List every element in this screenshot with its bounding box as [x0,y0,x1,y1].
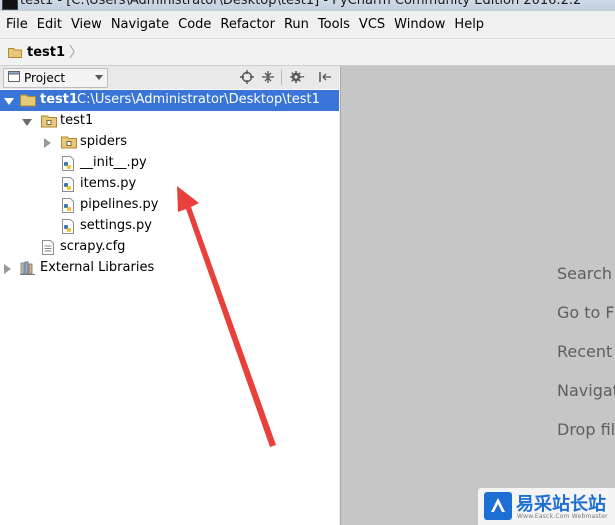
locate-icon[interactable] [239,69,255,85]
expand-arrow-icon[interactable] [22,119,32,126]
python-file-icon [61,219,77,234]
hint-navigation-bar: Navigat [557,381,615,400]
tree-item-label: pipelines.py [80,197,159,212]
watermark-logo: 易采站长站 Www.Easck.Com Webmaster [478,488,615,525]
toolbar-divider [281,70,282,85]
package-folder-icon [61,135,77,150]
menu-edit[interactable]: Edit [33,17,66,32]
expand-arrow-icon[interactable] [4,98,14,105]
menu-vcs[interactable]: VCS [355,17,389,32]
tree-item-label: spiders [80,134,128,149]
libraries-icon [20,261,36,276]
chevron-down-icon [95,75,103,80]
project-view-selector[interactable]: Project [3,68,108,88]
tree-item-items-py[interactable]: items.py [0,174,339,195]
menu-file[interactable]: File [2,17,32,32]
hide-panel-icon[interactable] [317,69,333,85]
menu-refactor[interactable]: Refactor [216,17,279,32]
hint-recent-files: Recent F [557,342,615,361]
editor-empty-area: Search E Go to Fi Recent F Navigat Drop … [340,66,615,525]
breadcrumb-separator-icon: 〉 [69,45,84,61]
package-folder-icon [41,114,57,129]
folder-icon [8,47,22,58]
hint-go-to-file: Go to Fi [557,303,615,322]
python-file-icon [61,156,77,171]
title-bar: test1 - [C:\Users\Administrator\Desktop\… [0,0,615,11]
project-tree: test1 C:\Users\Administrator\Desktop\tes… [0,89,339,525]
folder-icon [20,93,36,108]
tree-item-spiders[interactable]: spiders [0,132,339,153]
tree-item-external-libraries[interactable]: External Libraries [0,258,339,279]
window-title: test1 - [C:\Users\Administrator\Desktop\… [20,0,582,8]
breadcrumb-project[interactable]: test1 [27,45,65,60]
menu-help[interactable]: Help [450,17,488,32]
navigation-bar: test1 〉 [0,39,615,66]
tree-item-scrapy-cfg[interactable]: scrapy.cfg [0,237,339,258]
collapse-all-icon[interactable] [260,69,276,85]
hint-drop-files: Drop file [557,420,615,439]
python-file-icon [61,198,77,213]
python-file-icon [61,177,77,192]
watermark-subtext: Www.Easck.Com Webmaster [517,513,608,520]
menu-run[interactable]: Run [280,17,313,32]
menu-window[interactable]: Window [390,17,449,32]
tree-item-label: test1 [60,113,94,128]
menu-tools[interactable]: Tools [314,17,354,32]
collapse-arrow-icon[interactable] [4,264,11,274]
tree-item-label: items.py [80,176,137,191]
tree-item-settings-py[interactable]: settings.py [0,216,339,237]
tree-item-label: External Libraries [40,260,155,275]
tree-root-path: C:\Users\Administrator\Desktop\test1 [77,92,320,107]
hint-search-everywhere: Search E [557,264,615,283]
menu-bar: File Edit View Navigate Code Refactor Ru… [0,11,615,39]
project-view-label: Project [24,71,66,85]
settings-icon[interactable] [290,69,306,85]
tree-item-label: __init__.py [80,155,147,170]
tree-item-init-py[interactable]: __init__.py [0,153,339,174]
tree-item-label: scrapy.cfg [60,239,126,254]
tree-item-label: settings.py [80,218,152,233]
tree-root-test1[interactable]: test1 C:\Users\Administrator\Desktop\tes… [0,90,339,111]
collapse-arrow-icon[interactable] [44,138,51,148]
pycharm-app-icon [2,0,18,10]
tree-root-label: test1 [40,92,79,107]
project-view-icon [8,70,20,86]
project-panel-header: Project [0,66,339,90]
menu-navigate[interactable]: Navigate [107,17,173,32]
config-file-icon [41,240,57,255]
menu-code[interactable]: Code [174,17,215,32]
watermark-logo-icon [484,492,512,520]
tree-item-test1-package[interactable]: test1 [0,111,339,132]
tree-item-pipelines-py[interactable]: pipelines.py [0,195,339,216]
menu-view[interactable]: View [67,17,106,32]
